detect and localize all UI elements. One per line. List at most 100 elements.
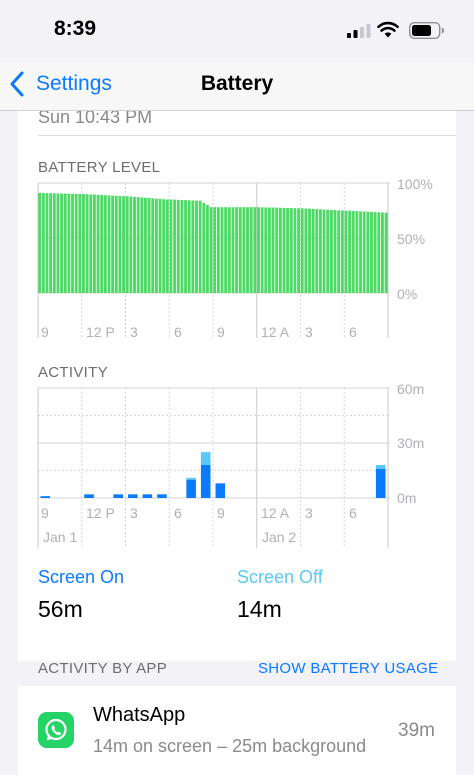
- battery-level-bar: [315, 209, 319, 293]
- activity-y-label-60: 60m: [397, 381, 425, 397]
- battery-level-bar: [348, 210, 352, 293]
- battery-level-bar: [85, 194, 89, 293]
- battery-level-bar: [206, 205, 209, 293]
- app-usage-time: 39m: [398, 720, 435, 741]
- battery-y-label-50: 50%: [397, 231, 426, 247]
- battery-level-bar: [144, 197, 147, 293]
- battery-level-bar: [173, 199, 177, 293]
- battery-y-label-100: 100%: [397, 176, 433, 192]
- battery-level-bar: [384, 212, 388, 293]
- battery-level-bar: [286, 208, 290, 293]
- battery-level-bar: [140, 197, 144, 293]
- battery-level-bar: [107, 195, 111, 293]
- battery-level-bar: [289, 208, 293, 293]
- battery-level-bar: [122, 196, 125, 293]
- activity-x-tick: 9: [41, 505, 49, 521]
- last-charged-date: Sun 10:43 PM: [38, 111, 153, 127]
- battery-level-bar: [377, 212, 381, 293]
- battery-level-bar: [74, 193, 78, 293]
- battery-level-bar: [260, 207, 264, 293]
- screen-on-bar: [142, 494, 153, 498]
- app-row-whatsapp[interactable]: WhatsApp 14m on screen – 25m background …: [18, 686, 456, 775]
- battery-level-bar: [333, 210, 337, 293]
- battery-level-bar: [38, 192, 42, 293]
- battery-level-bar: [227, 207, 231, 293]
- battery-level-bar: [195, 200, 198, 293]
- battery-level-bar: [381, 212, 384, 293]
- battery-level-bar: [253, 207, 257, 293]
- battery-level-bar: [129, 196, 133, 293]
- activity-date-label: Jan 2: [262, 529, 297, 545]
- battery-level-bar: [337, 210, 341, 293]
- battery-x-tick: 6: [349, 324, 357, 340]
- battery-x-tick: 12 A: [261, 324, 290, 340]
- screen-on-value: 56m: [38, 596, 83, 622]
- battery-level-bar: [319, 209, 322, 293]
- battery-level-bar: [63, 193, 67, 293]
- battery-level-bar: [326, 209, 330, 293]
- battery-level-bar: [191, 200, 195, 293]
- battery-level-bar: [231, 207, 235, 293]
- battery-level-bar: [96, 194, 100, 293]
- battery-x-tick: 3: [130, 324, 138, 340]
- activity-y-label-0: 0m: [397, 490, 417, 506]
- activity-x-tick: 9: [217, 505, 225, 521]
- screen-on-label: Screen On: [38, 567, 125, 587]
- battery-level-bar: [41, 193, 45, 293]
- battery-level-bar: [293, 208, 297, 293]
- activity-x-tick: 6: [174, 505, 182, 521]
- battery-level-bar: [67, 193, 71, 293]
- battery-x-tick: 9: [41, 324, 49, 340]
- battery-level-bar: [111, 195, 115, 293]
- battery-level-bar: [114, 195, 118, 293]
- battery-level-bar: [304, 208, 308, 293]
- battery-level-bar: [52, 193, 56, 293]
- screen-on-bar: [40, 496, 51, 498]
- battery-level-bar: [133, 196, 136, 293]
- battery-level-bar: [103, 195, 107, 293]
- battery-level-bar: [151, 198, 155, 293]
- screen-on-bar: [200, 465, 211, 498]
- battery-level-bar: [282, 207, 286, 293]
- battery-x-tick: 12 P: [86, 324, 115, 340]
- battery-level-bar: [89, 194, 93, 293]
- activity-title: ACTIVITY: [38, 364, 108, 381]
- battery-level-bar: [125, 196, 129, 293]
- battery-level-bar: [56, 193, 60, 293]
- battery-level-bar: [249, 207, 253, 293]
- battery-level-bar: [154, 198, 158, 293]
- page-title: Battery: [200, 72, 274, 95]
- battery-level-bar: [60, 193, 64, 293]
- battery-level-bar: [246, 207, 249, 293]
- whatsapp-icon: [38, 712, 74, 748]
- screen-off-label: Screen Off: [237, 567, 323, 587]
- screen-on-bar: [128, 494, 138, 498]
- battery-level-bar: [370, 211, 373, 293]
- battery-level-bar: [271, 207, 275, 293]
- battery-level-bar: [100, 195, 104, 293]
- show-battery-usage-button[interactable]: SHOW BATTERY USAGE: [258, 660, 438, 677]
- battery-level-title: BATTERY LEVEL: [38, 159, 161, 176]
- activity-y-label-30: 30m: [397, 435, 425, 451]
- app-usage-detail: 14m on screen – 25m background: [93, 736, 367, 756]
- screen-off-value: 14m: [237, 596, 282, 622]
- battery-level-bar: [267, 207, 271, 293]
- status-time: 8:39: [54, 17, 97, 40]
- battery-level-bar: [224, 207, 228, 293]
- wifi-icon: [377, 21, 399, 38]
- battery-y-label-0: 0%: [397, 286, 418, 302]
- battery-level-bar: [213, 207, 217, 293]
- screen-on-bar: [157, 494, 167, 498]
- battery-level-bar: [209, 207, 213, 293]
- battery-status-icon: [409, 22, 444, 39]
- battery-level-bar: [147, 198, 151, 293]
- usage-card: Sun 10:43 PM BATTERY LEVEL 100% 50% 0% 9…: [18, 111, 456, 661]
- battery-x-tick: 3: [305, 324, 313, 340]
- screen-off-bar: [200, 452, 211, 465]
- battery-level-bar: [162, 199, 166, 293]
- battery-level-bar: [311, 208, 315, 293]
- battery-level-bar: [322, 209, 326, 293]
- battery-level-bar: [366, 211, 370, 293]
- battery-level-bar: [180, 199, 184, 293]
- battery-level-bar: [257, 207, 260, 293]
